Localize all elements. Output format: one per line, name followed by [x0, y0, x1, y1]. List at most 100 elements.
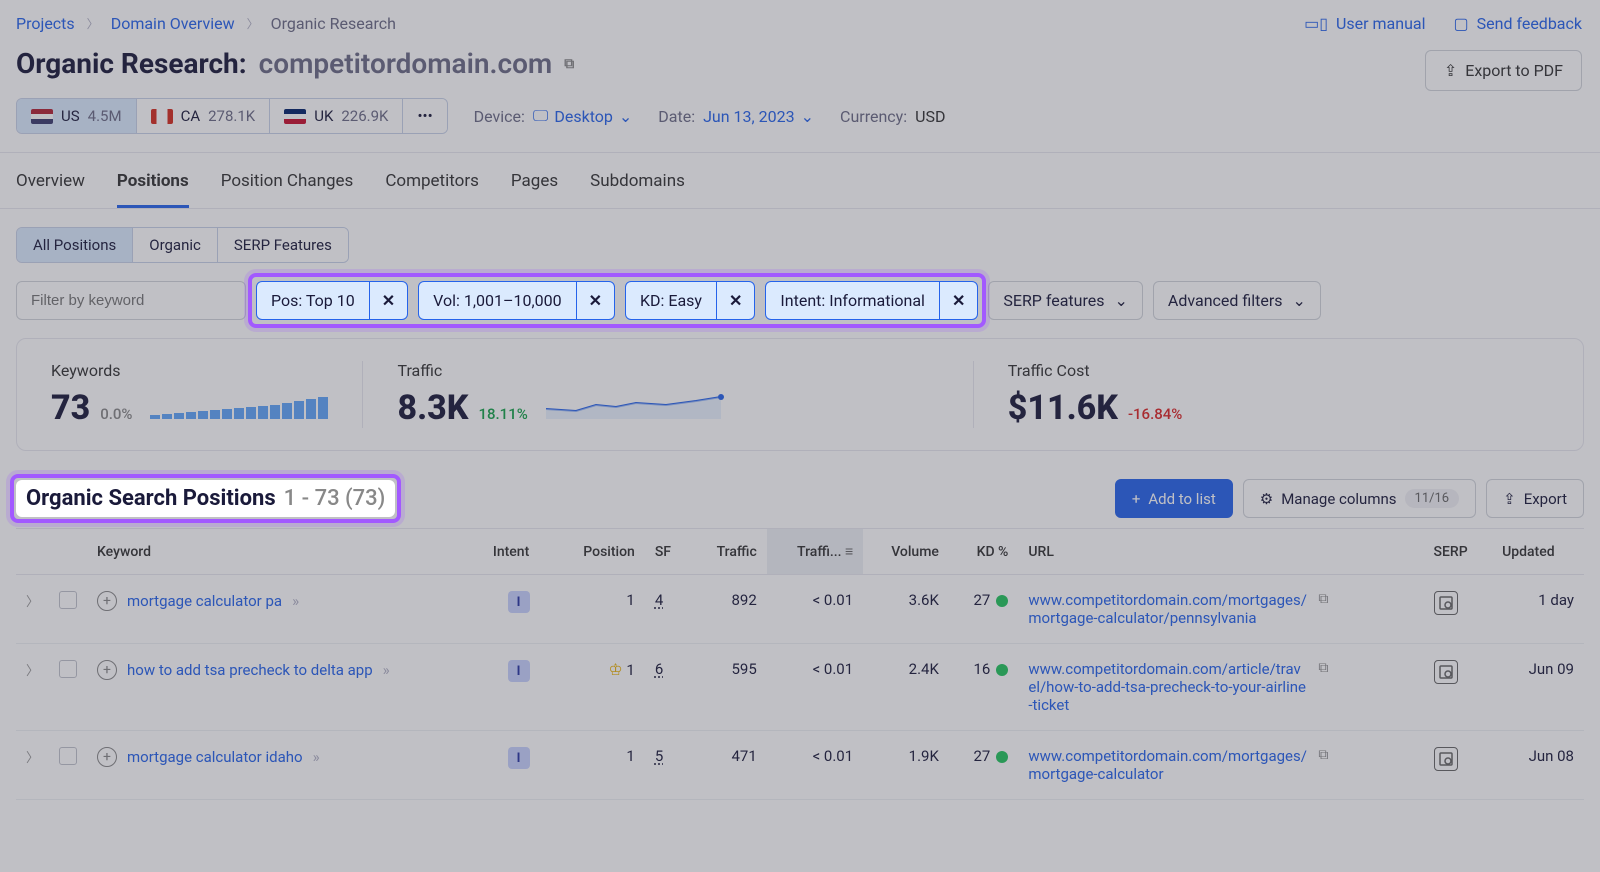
country-code: US — [61, 107, 80, 125]
section-title-text: Organic Search Positions — [26, 486, 276, 511]
date-value: Jun 13, 2023 — [703, 107, 795, 126]
subtab-all-positions[interactable]: All Positions — [17, 228, 133, 262]
keyword-link[interactable]: mortgage calculator pa — [127, 592, 282, 610]
external-link-icon[interactable]: ⧉ — [564, 56, 574, 72]
row-checkbox[interactable] — [59, 591, 77, 609]
sf-value[interactable]: 6 — [655, 660, 663, 678]
device-filter[interactable]: Device: 🖵 Desktop ⌄ — [474, 106, 633, 126]
country-pill-uk[interactable]: UK226.9K — [270, 99, 403, 133]
section-title-range: 1 - 73 (73) — [284, 486, 386, 511]
sf-value[interactable]: 4 — [655, 591, 663, 609]
updated-value: Jun 09 — [1492, 644, 1584, 731]
advanced-filters[interactable]: Advanced filters ⌄ — [1153, 281, 1321, 320]
col-traffi-[interactable]: Traffi... ≡ — [767, 529, 863, 575]
kd-value: 16 — [949, 644, 1018, 731]
serp-icon[interactable] — [1434, 591, 1458, 615]
traffic-pct-value: < 0.01 — [767, 575, 863, 644]
col-serp[interactable]: SERP — [1424, 529, 1493, 575]
col-blank-0[interactable] — [16, 529, 49, 575]
export-button[interactable]: ⇪ Export — [1486, 479, 1584, 518]
user-manual-link[interactable]: ▭▯ User manual — [1304, 14, 1425, 33]
table-row: 〉 +mortgage calculator pa» I 1 4 892 < 0… — [16, 575, 1584, 644]
keyword-link[interactable]: how to add tsa precheck to delta app — [127, 661, 373, 679]
external-link-icon[interactable]: ⧉ — [1318, 660, 1328, 676]
updated-value: Jun 08 — [1492, 731, 1584, 800]
col-url[interactable]: URL — [1018, 529, 1423, 575]
export-label: Export — [1524, 490, 1567, 508]
filter-chip-2[interactable]: KD: Easy✕ — [625, 281, 755, 320]
tab-positions[interactable]: Positions — [117, 171, 189, 208]
tab-competitors[interactable]: Competitors — [385, 171, 479, 208]
col-volume[interactable]: Volume — [863, 529, 949, 575]
subtab-organic[interactable]: Organic — [133, 228, 218, 262]
url-link[interactable]: www.competitordomain.com/article/travel/… — [1028, 660, 1308, 714]
comment-icon: ▢ — [1454, 14, 1469, 33]
breadcrumb-projects[interactable]: Projects — [16, 14, 75, 33]
metric-traffic: Traffic 8.3K 18.11% — [363, 361, 973, 428]
country-code: CA — [181, 107, 201, 125]
filter-chip-3[interactable]: Intent: Informational✕ — [765, 281, 978, 320]
add-keyword-icon[interactable]: + — [97, 747, 117, 767]
metric-traffic-delta: 18.11% — [478, 405, 527, 423]
main-tabs: Overview Positions Position Changes Competi… — [0, 153, 1600, 209]
positions-table: KeywordIntentPositionSFTrafficTraffi... … — [16, 528, 1584, 800]
chip-remove-icon[interactable]: ✕ — [369, 282, 407, 319]
filter-chip-1[interactable]: Vol: 1,001–10,000✕ — [418, 281, 615, 320]
chip-remove-icon[interactable]: ✕ — [939, 282, 977, 319]
add-keyword-icon[interactable]: + — [97, 660, 117, 680]
expand-row-icon[interactable]: 〉 — [26, 664, 39, 679]
chip-remove-icon[interactable]: ✕ — [716, 282, 754, 319]
expand-row-icon[interactable]: 〉 — [26, 751, 39, 766]
external-link-icon[interactable]: ⧉ — [1318, 591, 1328, 607]
external-link-icon[interactable]: ⧉ — [1318, 747, 1328, 763]
chevron-down-icon: ⌄ — [619, 107, 632, 126]
url-link[interactable]: www.competitordomain.com/mortgages/mortg… — [1028, 747, 1308, 783]
kd-dot-icon — [996, 664, 1008, 676]
serp-icon[interactable] — [1434, 660, 1458, 684]
col-kd-[interactable]: KD % — [949, 529, 1018, 575]
col-position[interactable]: Position — [554, 529, 645, 575]
metrics-row: Keywords 73 0.0% Traffic 8.3K 18.11% Tra… — [16, 338, 1584, 451]
tab-overview[interactable]: Overview — [16, 171, 85, 208]
col-keyword[interactable]: Keyword — [87, 529, 483, 575]
tab-pages[interactable]: Pages — [511, 171, 558, 208]
tab-position-changes[interactable]: Position Changes — [221, 171, 354, 208]
filter-chip-0[interactable]: Pos: Top 10✕ — [256, 281, 408, 320]
tab-subdomains[interactable]: Subdomains — [590, 171, 685, 208]
country-code: UK — [314, 107, 333, 125]
breadcrumb-domain-overview[interactable]: Domain Overview — [111, 14, 235, 33]
date-filter[interactable]: Date: Jun 13, 2023 ⌄ — [658, 107, 814, 126]
row-checkbox[interactable] — [59, 660, 77, 678]
col-traffic[interactable]: Traffic — [691, 529, 767, 575]
row-checkbox[interactable] — [59, 747, 77, 765]
add-keyword-icon[interactable]: + — [97, 591, 117, 611]
add-to-list-label: Add to list — [1148, 490, 1215, 508]
send-feedback-link[interactable]: ▢ Send feedback — [1454, 14, 1582, 33]
col-sf[interactable]: SF — [645, 529, 691, 575]
col-blank-1[interactable] — [49, 529, 87, 575]
angles-icon: » — [313, 748, 320, 766]
col-updated[interactable]: Updated — [1492, 529, 1584, 575]
country-pills: US 4.5M CA278.1KUK226.9K••• — [16, 98, 448, 134]
url-link[interactable]: www.competitordomain.com/mortgages/mortg… — [1028, 591, 1308, 627]
serp-features-filter[interactable]: SERP features ⌄ — [988, 281, 1143, 320]
subtab-serp-features[interactable]: SERP Features — [218, 228, 348, 262]
chip-remove-icon[interactable]: ✕ — [576, 282, 614, 319]
country-value: 4.5M — [88, 107, 122, 125]
country-more-button[interactable]: ••• — [403, 99, 446, 133]
filter-keyword-input[interactable] — [16, 281, 246, 320]
sf-value[interactable]: 5 — [655, 747, 663, 765]
keyword-link[interactable]: mortgage calculator idaho — [127, 748, 303, 766]
expand-row-icon[interactable]: 〉 — [26, 595, 39, 610]
currency-filter: Currency: USD — [840, 107, 945, 126]
country-pill-us[interactable]: US 4.5M — [17, 99, 137, 133]
kd-value: 27 — [949, 575, 1018, 644]
add-to-list-button[interactable]: + Add to list — [1115, 479, 1233, 518]
country-pill-ca[interactable]: CA278.1K — [137, 99, 271, 133]
manage-columns-button[interactable]: ⚙ Manage columns 11/16 — [1243, 479, 1476, 518]
serp-icon[interactable] — [1434, 747, 1458, 771]
col-intent[interactable]: Intent — [483, 529, 554, 575]
chevron-down-icon: ⌄ — [1293, 291, 1306, 310]
export-pdf-button[interactable]: ⇪ Export to PDF — [1425, 50, 1582, 91]
metric-traffic-value: 8.3K — [397, 388, 468, 428]
